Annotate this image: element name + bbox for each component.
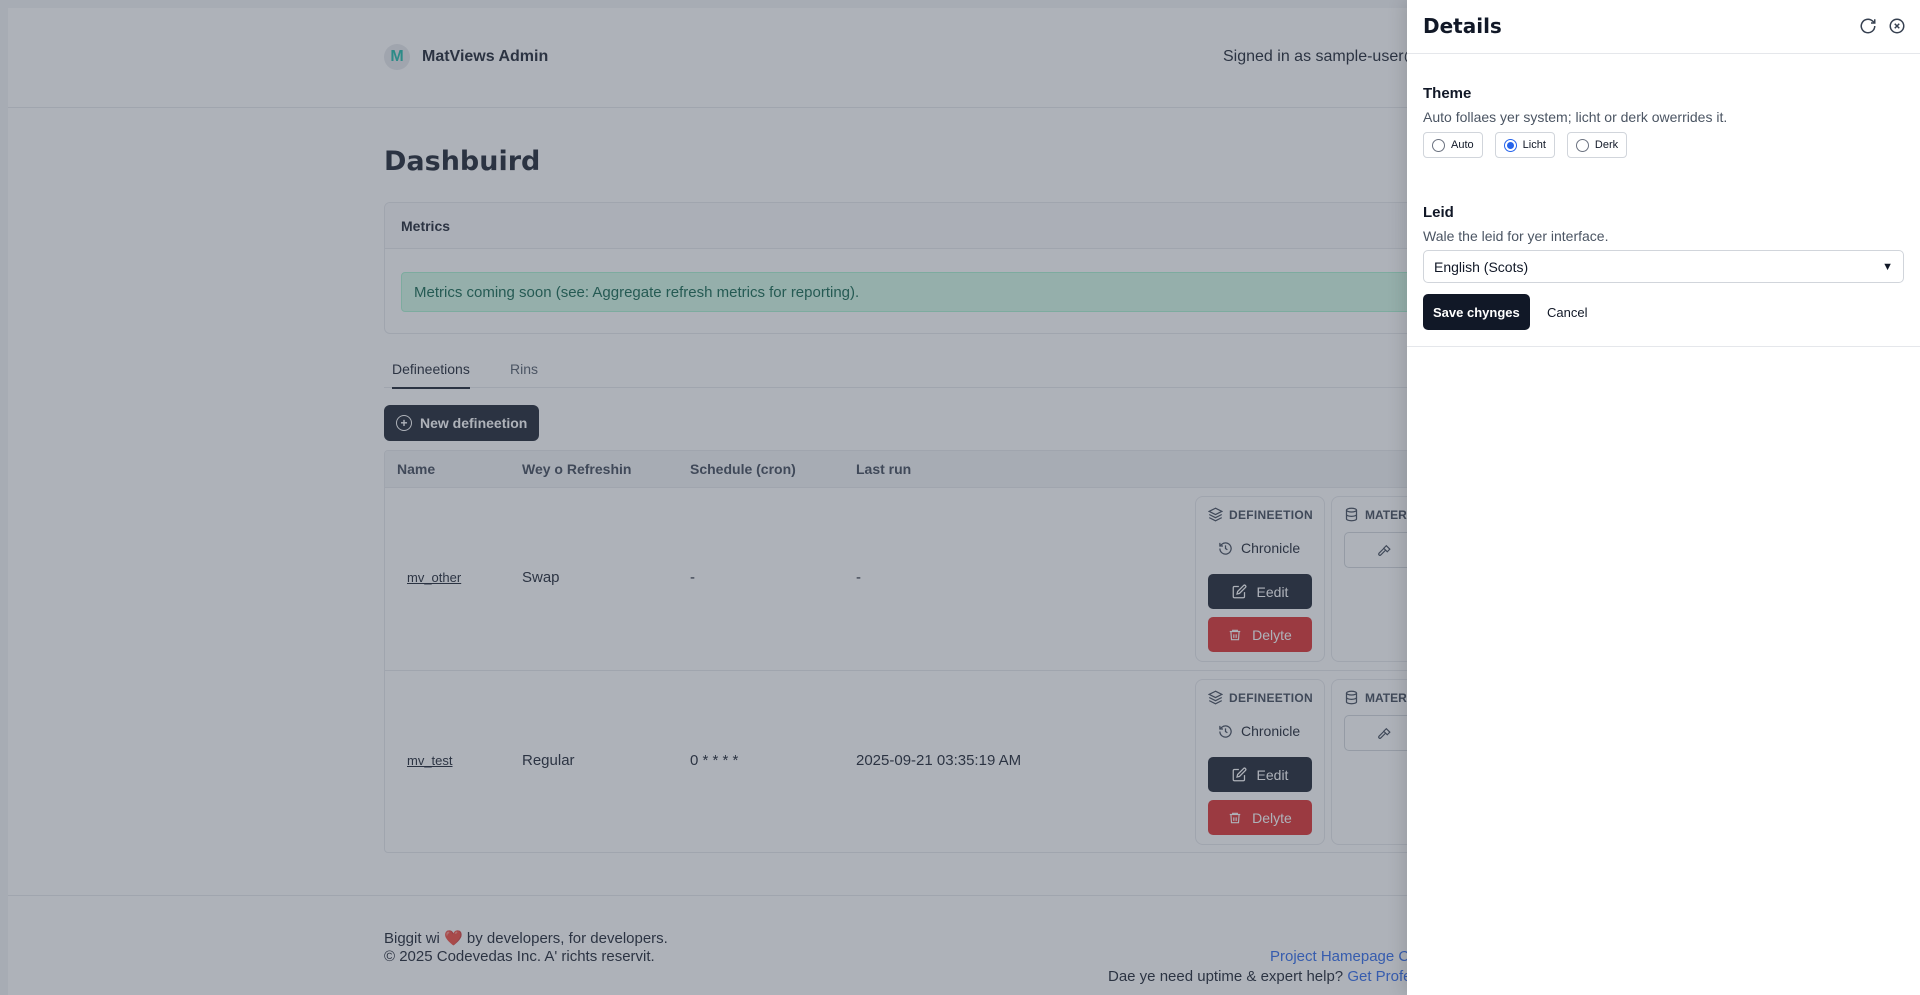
- language-select-value: English (Scots): [1434, 258, 1529, 275]
- language-label: Leid: [1423, 204, 1454, 221]
- panel-header: Details: [1407, 0, 1920, 54]
- radio-auto[interactable]: [1432, 138, 1445, 152]
- language-select[interactable]: English (Scots) ▼: [1423, 250, 1904, 283]
- theme-label: Theme: [1423, 85, 1472, 102]
- details-panel: Details Theme Auto follaes yer system; l…: [1407, 0, 1920, 995]
- panel-title: Details: [1423, 14, 1502, 38]
- radio-dark[interactable]: [1575, 138, 1589, 152]
- theme-option-auto-label: Auto: [1451, 139, 1474, 151]
- language-help: Wale the leid for yer interface.: [1423, 228, 1609, 244]
- theme-option-dark-label: Derk: [1594, 139, 1619, 151]
- theme-option-light-label: Licht: [1522, 139, 1546, 151]
- theme-option-auto[interactable]: Auto: [1423, 132, 1483, 158]
- panel-divider: [1407, 346, 1920, 347]
- theme-radio-group: Auto Licht Derk: [1423, 132, 1628, 158]
- theme-option-light[interactable]: Licht: [1494, 132, 1555, 158]
- theme-option-dark[interactable]: Derk: [1566, 132, 1628, 158]
- close-icon[interactable]: [1888, 17, 1906, 35]
- radio-light[interactable]: [1503, 138, 1517, 152]
- chevron-down-icon: ▼: [1882, 260, 1893, 273]
- save-button[interactable]: Save chynges: [1423, 294, 1530, 330]
- refresh-icon[interactable]: [1859, 17, 1877, 35]
- theme-help: Auto follaes yer system; licht or derk o…: [1423, 109, 1728, 125]
- cancel-button[interactable]: Cancel: [1537, 294, 1597, 330]
